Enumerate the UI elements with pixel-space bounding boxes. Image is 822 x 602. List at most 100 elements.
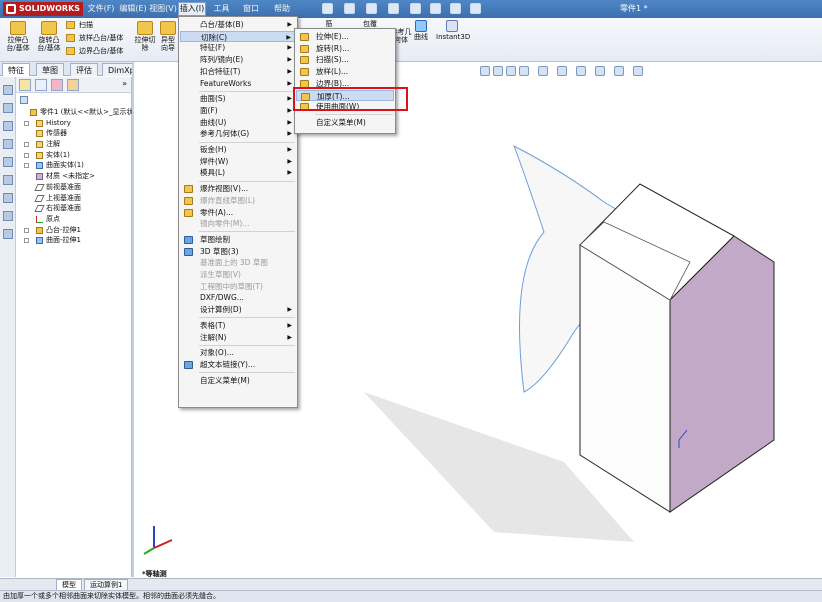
sweep-button[interactable]: 扫描 [66,20,93,30]
tree-item[interactable]: 实体(1) [18,150,132,161]
rib-button[interactable]: 筋 [322,20,336,28]
insert-menu-item[interactable]: 注解(N) ▶ [180,332,296,344]
feature-tree-tab-icon[interactable] [19,79,31,91]
expand-panel-icon[interactable]: » [122,79,127,88]
config-tab-icon[interactable] [51,79,63,91]
curves-button[interactable]: 曲线 [412,20,430,41]
insert-menu-item[interactable]: 曲面(S) ▶ [180,93,296,105]
solidworks-logo[interactable]: SOLIDWORKS [3,2,83,16]
tree-item[interactable]: 原点 [18,214,132,225]
cut-menu-item[interactable]: 自定义菜单(M) [296,117,394,129]
file-explorer-icon[interactable] [3,193,13,203]
menu-item[interactable]: 编辑(E) [119,2,147,16]
tree-item[interactable]: 传感器 [18,128,132,139]
tree-item[interactable]: 曲面-拉伸1 [18,235,132,246]
tree-item[interactable]: 材质 <未指定> [18,171,132,182]
insert-menu-item[interactable]: 自定义菜单(M) [180,375,296,387]
zoom-to-area-icon[interactable] [493,66,503,76]
library-icon[interactable] [3,175,13,185]
expand-icon[interactable] [24,163,29,169]
filter-icon[interactable] [20,96,28,104]
insert-menu-item[interactable]: 切除(C) ▶ [180,30,296,43]
view-orientation-icon[interactable] [538,66,548,76]
cut-menu-item[interactable]: 放样(L)... [296,66,394,78]
expand-icon[interactable] [24,227,29,233]
insert-menu-item[interactable]: 曲线(U) ▶ [180,117,296,129]
feature-manager-icon[interactable] [3,85,13,95]
edit-appearance-icon[interactable] [595,66,605,76]
tree-item[interactable]: 注解 [18,139,132,150]
insert-menu-item[interactable]: 凸台/基体(B) ▶ [180,19,296,31]
expand-icon[interactable] [24,120,29,126]
insert-menu-item[interactable]: DXF/DWG... [180,292,296,304]
cut-menu-item[interactable]: 拉伸(E)... [296,31,394,43]
insert-menu-item[interactable]: 扣合特征(T) ▶ [180,66,296,78]
hide-show-icon[interactable] [576,66,586,76]
insert-menu-item[interactable]: 表格(T) ▶ [180,320,296,332]
insert-menu-item[interactable]: 基准面上的 3D 草图 [180,257,296,269]
insert-menu-item[interactable]: 工程图中的草图(T) [180,281,296,293]
configuration-icon[interactable] [3,121,13,131]
appearance-icon[interactable] [3,229,13,239]
property-manager-icon[interactable] [3,103,13,113]
insert-menu-item[interactable]: 爆炸视图(V)... [180,183,296,195]
menu-item[interactable]: 帮助(H) [268,2,296,27]
display-tab-icon[interactable] [67,79,79,91]
menu-item[interactable]: 视图(V) [149,2,177,16]
tab-item[interactable]: 特征 [2,63,30,76]
tree-item[interactable]: 凸台-拉伸1 [18,225,132,236]
view-settings-icon[interactable] [633,66,643,76]
insert-menu-item[interactable]: 爆炸直线草图(L) [180,195,296,207]
wrap-button[interactable]: 包覆 [360,20,380,28]
loft-button[interactable]: 放样凸台/基体 [66,33,123,43]
view-palette-icon[interactable] [3,211,13,221]
print-icon[interactable] [388,3,399,14]
insert-menu-item[interactable]: 超文本链接(Y)... [180,359,296,371]
open-file-icon[interactable] [344,3,355,14]
tree-item[interactable]: 前视基准面 [18,182,132,193]
insert-menu-item[interactable]: 特征(F) ▶ [180,42,296,54]
tree-item[interactable]: 上视基准面 [18,193,132,204]
insert-menu-item[interactable]: 参考几何体(G) ▶ [180,128,296,140]
tree-item[interactable]: 零件1 (默认<<默认>_显示状态 [18,107,141,118]
insert-menu-item[interactable]: 设计算例(D) ▶ [180,304,296,316]
tree-item[interactable]: 右视基准面 [18,203,132,214]
menu-item[interactable]: 文件(F) [86,2,116,16]
zoom-to-fit-icon[interactable] [480,66,490,76]
expand-icon[interactable] [24,152,29,158]
new-file-icon[interactable] [322,3,333,14]
boundary-boss-button[interactable]: 边界凸台/基体 [66,46,123,56]
display-manager-icon[interactable] [3,157,13,167]
tab-item[interactable]: 评估 [70,63,98,76]
insert-menu-item[interactable]: 焊件(W) ▶ [180,156,296,168]
tab-item[interactable]: 草图 [36,63,64,76]
property-tab-icon[interactable] [35,79,47,91]
insert-menu-item[interactable]: 镜向零件(M)... [180,218,296,230]
insert-menu-item[interactable]: 零件(A)... [180,207,296,219]
display-style-icon[interactable] [557,66,567,76]
insert-menu-item[interactable]: FeatureWorks ▶ [180,78,296,90]
extruded-cut-button[interactable]: 拉伸切 除 [133,21,157,52]
tree-item[interactable]: History [18,118,132,129]
undo-icon[interactable] [410,3,421,14]
expand-icon[interactable] [24,142,29,148]
cut-menu-item[interactable]: 旋转(R)... [296,43,394,55]
options-icon[interactable] [470,3,481,14]
previous-view-icon[interactable] [506,66,516,76]
insert-menu-item[interactable]: 草图绘制 [180,234,296,246]
hole-wizard-button[interactable]: 异型 向导 [158,21,178,52]
rebuild-icon[interactable] [450,3,461,14]
expand-icon[interactable] [24,238,29,244]
insert-menu-item[interactable]: 3D 草图(3) [180,246,296,258]
tree-item[interactable]: 曲面实体(1) [18,160,132,171]
insert-menu-item[interactable]: 模具(L) ▶ [180,167,296,179]
cut-menu-item[interactable]: 扫描(S)... [296,54,394,66]
insert-menu-item[interactable]: 派生草图(V) [180,269,296,281]
section-view-icon[interactable] [519,66,529,76]
instant3d-button[interactable]: Instant3D [436,20,470,41]
menu-item[interactable]: 工具(T) [208,2,235,27]
select-icon[interactable] [430,3,441,14]
insert-menu-item[interactable]: 钣金(H) ▶ [180,144,296,156]
insert-menu-item[interactable]: 面(F) ▶ [180,105,296,117]
save-icon[interactable] [366,3,377,14]
